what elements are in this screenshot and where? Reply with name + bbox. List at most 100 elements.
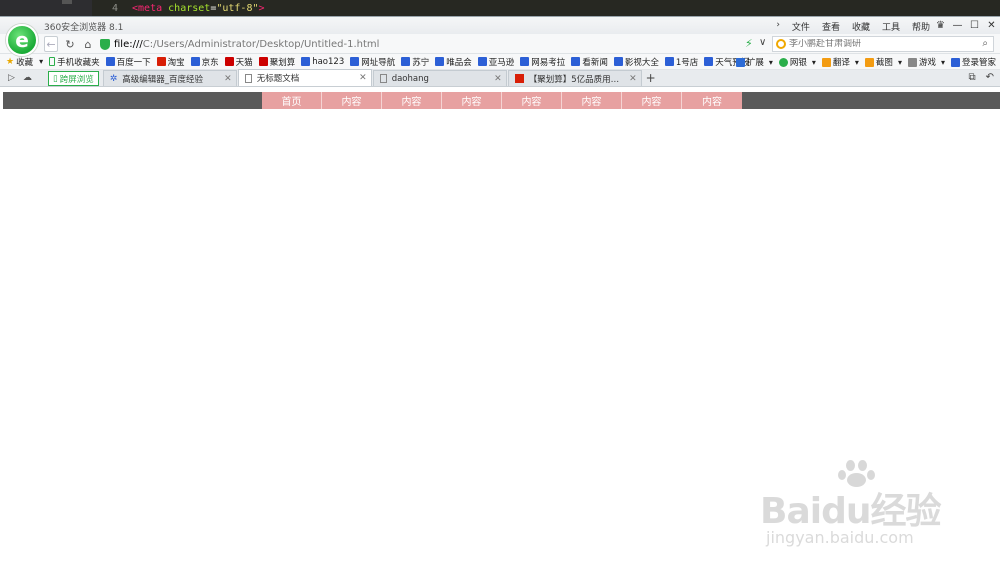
- nav-item-content[interactable]: 内容: [622, 92, 682, 109]
- tab-close-icon[interactable]: ✕: [629, 74, 637, 84]
- bookmark-label: 京东: [201, 57, 219, 68]
- bookmark-label: 网易考拉: [531, 57, 566, 68]
- bookmark-item[interactable]: ★ 收藏: [6, 56, 33, 68]
- chevron-down-icon[interactable]: ▾: [898, 58, 902, 67]
- chevron-down-icon[interactable]: ▾: [941, 58, 945, 67]
- tab-3[interactable]: 【聚划算】5亿品质用户精明之选 ✕: [507, 70, 642, 86]
- menu-item-view[interactable]: 查看: [822, 20, 840, 33]
- logo-letter: e: [15, 28, 29, 52]
- tab-list-icon[interactable]: ⧉: [968, 72, 975, 83]
- menu-item-tools[interactable]: 工具: [882, 20, 900, 33]
- bookmark-item[interactable]: 淘宝: [156, 56, 185, 68]
- bookmark-item[interactable]: 京东: [190, 56, 219, 68]
- tab-label: 无标题文档: [256, 74, 300, 84]
- lightning-icon[interactable]: ⚡: [745, 37, 753, 50]
- bookmark-item[interactable]: 网易考拉: [520, 56, 565, 68]
- close-button[interactable]: ✕: [983, 17, 1000, 34]
- menu-item-favorites[interactable]: 收藏: [852, 20, 870, 33]
- tab-1[interactable]: 无标题文档 ✕: [237, 69, 372, 86]
- home-button[interactable]: ⌂: [80, 36, 96, 52]
- tab-close-icon[interactable]: ✕: [494, 74, 502, 84]
- document-icon: [244, 73, 252, 83]
- code-value: "utf-8": [216, 3, 259, 14]
- editor-code-line: <meta charset="utf-8">: [132, 3, 265, 14]
- toolbar-tool-label: 扩展: [746, 58, 764, 68]
- forward-reload-button[interactable]: ↻: [62, 36, 78, 52]
- cloud-icon[interactable]: ☁: [23, 73, 32, 83]
- chevron-down-icon[interactable]: ▾: [855, 58, 859, 67]
- bookmark-item[interactable]: 聚划算: [258, 56, 296, 68]
- bookmark-item[interactable]: hao123: [301, 57, 344, 67]
- split-screen-button[interactable]: ▯ 跨屏浏览: [48, 71, 99, 86]
- tab-close-icon[interactable]: ✕: [224, 74, 232, 84]
- menu-item-help[interactable]: 帮助: [912, 20, 930, 33]
- paw-icon: [704, 57, 714, 66]
- toolbar-tool-item[interactable]: 扩展 ▾: [735, 56, 773, 68]
- toolbar-tool-item[interactable]: 游戏 ▾: [907, 56, 945, 68]
- undo-close-icon[interactable]: ↶: [986, 72, 994, 83]
- menu-item-file[interactable]: 文件: [792, 20, 810, 33]
- chevron-down-icon[interactable]: ▾: [812, 58, 816, 67]
- nav-item-content[interactable]: 内容: [562, 92, 622, 109]
- bookmark-label: hao123: [312, 56, 345, 67]
- search-box: ⌕: [772, 36, 994, 52]
- bookmark-item[interactable]: 苏宁: [401, 56, 429, 68]
- bookmark-item[interactable]: 1号店: [664, 56, 698, 68]
- bookmark-label: 亚马逊: [488, 57, 515, 68]
- toolbar-tool-item[interactable]: 翻译 ▾: [821, 56, 859, 68]
- chevron-down-icon[interactable]: ∨: [759, 37, 766, 48]
- nav-item-content[interactable]: 内容: [382, 92, 442, 109]
- bookmark-item[interactable]: 网址导航: [350, 56, 395, 68]
- menu-chevron-icon[interactable]: ›: [776, 20, 780, 33]
- url-prefix: file:///: [114, 38, 143, 50]
- paw-icon: [190, 57, 200, 66]
- bookmarks-left: ★ 收藏 ▾ 手机收藏夹 百度一下 淘宝 京东 天猫 聚划算 hao123 网址导航 苏宁 唯品会 亚马逊…: [6, 56, 755, 68]
- bookmark-label: 淘宝: [167, 57, 185, 68]
- browser-logo-icon[interactable]: e: [6, 24, 38, 56]
- bookmark-label: 天猫: [235, 57, 253, 68]
- chevron-down-icon[interactable]: ▾: [769, 58, 773, 67]
- bookmark-item[interactable]: 百度一下: [105, 56, 151, 68]
- address-bar[interactable]: file:/// C:/Users/Administrator/Desktop/…: [100, 36, 740, 52]
- orange-tool-icon: [821, 57, 831, 67]
- tab-bar-right: ⧉ ↶: [968, 72, 994, 83]
- nav-item-content[interactable]: 内容: [502, 92, 562, 109]
- menu-bar: › 文件 查看 收藏 工具 帮助: [776, 20, 930, 33]
- bookmark-item[interactable]: 亚马逊: [477, 56, 515, 68]
- bookmark-item[interactable]: 影视大全: [613, 56, 659, 68]
- bookmark-item[interactable]: 天猫: [224, 56, 253, 68]
- nav-item-content[interactable]: 内容: [682, 92, 742, 109]
- bookmark-item[interactable]: 唯品会: [435, 56, 472, 68]
- phone-icon: ▯: [53, 73, 58, 84]
- shield-icon: [100, 38, 110, 50]
- toolbar-tool-label: 游戏: [918, 58, 936, 68]
- toolbar-tool-item[interactable]: 截图 ▾: [864, 56, 902, 68]
- toolbar-tool-label: 翻译: [832, 58, 850, 68]
- search-engine-icon[interactable]: [776, 39, 786, 49]
- document-icon: [379, 74, 387, 83]
- tab-close-icon[interactable]: ✕: [359, 73, 367, 83]
- paw-icon: [350, 57, 360, 66]
- search-input[interactable]: [789, 39, 979, 49]
- bookmark-label: 聚划算: [269, 57, 296, 68]
- nav-item-home[interactable]: 首页: [262, 92, 322, 109]
- paw-icon: [613, 57, 623, 66]
- skin-icon[interactable]: ♛: [932, 17, 949, 34]
- toolbar-tool-item[interactable]: 网银 ▾: [778, 56, 816, 68]
- new-tab-button[interactable]: +: [643, 70, 659, 86]
- bookmark-label: 网址导航: [361, 57, 396, 68]
- search-icon[interactable]: ⌕: [982, 38, 988, 49]
- back-button[interactable]: ←: [44, 36, 58, 52]
- tab-2[interactable]: daohang ✕: [372, 70, 507, 86]
- bookmark-item[interactable]: 手机收藏夹: [49, 56, 100, 68]
- tab-0[interactable]: ✲ 高级编辑器_百度经验 ✕: [102, 70, 237, 86]
- bookmark-item[interactable]: 看新闻: [571, 56, 608, 68]
- nav-item-content[interactable]: 内容: [442, 92, 502, 109]
- maximize-button[interactable]: ☐: [966, 17, 983, 34]
- sidebar-toggle-icon[interactable]: ▷: [8, 73, 15, 83]
- nav-item-content[interactable]: 内容: [322, 92, 382, 109]
- chevron-down-icon[interactable]: ▾: [39, 57, 43, 66]
- minimize-button[interactable]: —: [949, 17, 966, 34]
- toolbar-tool-item[interactable]: 登录管家: [950, 56, 996, 68]
- app-title: 360安全浏览器 8.1: [44, 23, 124, 33]
